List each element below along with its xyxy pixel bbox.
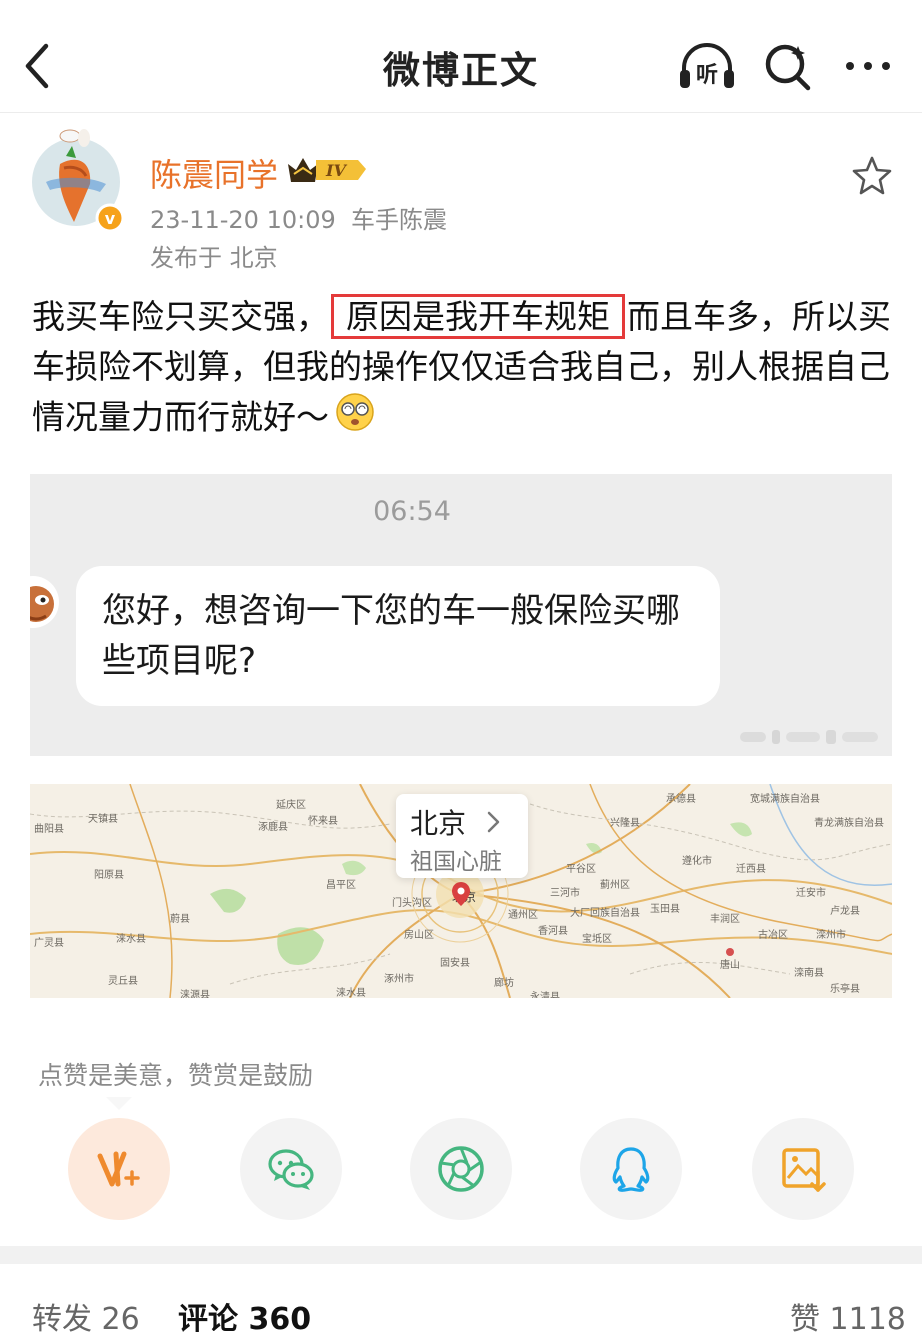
post-timestamp-source: 23-11-20 10:09 车手陈震	[150, 206, 447, 234]
map-label: 丰润区	[710, 914, 740, 925]
map-label: 青龙满族自治县	[814, 818, 884, 829]
map-label: 广灵县	[34, 938, 64, 949]
svg-text:v: v	[105, 209, 116, 228]
map-label: 唐山	[720, 960, 740, 971]
map-label: 房山区	[404, 930, 434, 941]
chat-message-bubble: 您好，想咨询一下您的车一般保险买哪些项目呢?	[76, 566, 720, 706]
chat-screenshot-image[interactable]: 06:54 您好，想咨询一下您的车一般保险买哪些项目呢?	[30, 474, 892, 756]
map-label: 怀来县	[308, 816, 338, 827]
map-label: 平谷区	[566, 864, 596, 875]
map-label: 涿州市	[384, 974, 414, 985]
search-icon[interactable]	[762, 40, 814, 92]
map-label: 兴隆县	[610, 818, 640, 829]
map-label: 遵化市	[682, 856, 712, 867]
wechat-icon	[268, 1149, 314, 1190]
chevron-right-icon	[482, 808, 504, 836]
map-label: 固安县	[440, 958, 470, 969]
post-body-text: 我买车险只买交强， 原因是我开车规矩 而且车多，所以买车损险不划算，但我的操作仅仅适…	[32, 292, 902, 446]
blurred-watermark	[740, 726, 880, 748]
listen-headphones-icon[interactable]: 听	[676, 38, 738, 94]
map-label: 迁西县	[736, 864, 766, 875]
map-label: 香河县	[538, 926, 568, 937]
map-label: 涿鹿县	[258, 822, 288, 833]
map-label: 廊坊	[494, 978, 514, 989]
map-label: 滦州市	[816, 930, 846, 941]
post-text-intro: 我买车险只买交强，	[32, 297, 329, 336]
map-label: 门头沟区	[392, 898, 432, 909]
map-label: 阳原县	[94, 870, 124, 881]
map-label: 天镇县	[88, 814, 118, 825]
qq-penguin-icon	[612, 1147, 650, 1192]
map-label: 迁安市	[796, 888, 826, 899]
share-wechat-button[interactable]	[240, 1118, 342, 1220]
map-label: 卢龙县	[830, 906, 860, 917]
chat-timestamp: 06:54	[373, 496, 451, 527]
vip-level: IV	[325, 161, 347, 180]
map-label: 延庆区	[276, 800, 306, 811]
tab-reposts[interactable]: 转发 26	[32, 1294, 140, 1338]
tab-likes[interactable]: 赞 1118	[790, 1294, 906, 1338]
share-qq-button[interactable]	[580, 1118, 682, 1220]
more-options-icon[interactable]	[842, 46, 894, 86]
tooltip-pointer	[106, 1096, 132, 1110]
map-label: 曲阳县	[34, 824, 64, 835]
post-location: 发布于 北京	[150, 244, 278, 272]
listen-label: 听	[696, 63, 718, 88]
highlighted-phrase: 原因是我开车规矩	[331, 294, 625, 339]
dizzy-face-emoji-icon	[335, 392, 375, 446]
map-label: 蓟州区	[600, 880, 630, 891]
map-label: 乐亭县	[830, 984, 860, 995]
author-name[interactable]: 陈震同学	[150, 150, 278, 196]
map-label: 通州区	[508, 910, 538, 921]
map-city-name: 北京	[410, 807, 467, 840]
map-label: 昌平区	[326, 880, 356, 891]
location-pin-icon	[450, 880, 472, 908]
tab-comments[interactable]: 评论 360	[178, 1294, 311, 1338]
map-label: 灵丘县	[108, 976, 138, 987]
map-label: 永清县	[530, 992, 560, 998]
moments-aperture-icon	[438, 1146, 484, 1192]
favorite-star-icon[interactable]	[850, 154, 894, 198]
map-label: 古冶区	[758, 930, 788, 941]
map-label: 涞源县	[180, 990, 210, 998]
save-image-button[interactable]	[752, 1118, 854, 1220]
map-label: 宝坻区	[582, 934, 612, 945]
section-divider	[0, 1246, 922, 1264]
map-label: 涞水县	[336, 988, 366, 998]
map-label: 滦南县	[794, 968, 824, 979]
map-city-subtitle: 祖国心脏	[410, 849, 502, 875]
map-label: 宽城满族自治县	[750, 794, 820, 805]
map-label: 承德县	[666, 794, 696, 805]
reward-v-plus-icon	[97, 1151, 140, 1187]
location-map-card[interactable]: 曲阳县 天镇县 涿鹿县 怀来县 延庆区 承德县 兴隆县 宽城满族自治县 青龙满族…	[30, 784, 892, 998]
map-label: 涞水县	[116, 934, 146, 945]
chat-sender-avatar	[30, 570, 60, 634]
vip-crown-badge: IV	[286, 152, 370, 186]
reward-hint: 点赞是美意，赞赏是鼓励	[38, 1061, 314, 1090]
save-image-icon	[782, 1148, 826, 1192]
chat-message-text: 您好，想咨询一下您的车一般保险买哪些项目呢?	[102, 591, 680, 681]
map-label: 玉田县	[650, 904, 680, 915]
map-label: 蔚县	[170, 914, 190, 925]
map-label: 大厂回族自治县	[570, 908, 640, 919]
reward-button[interactable]	[68, 1118, 170, 1220]
map-location-popup[interactable]: 北京 祖国心脏	[396, 794, 528, 878]
author-avatar[interactable]: v	[30, 126, 126, 233]
share-moments-button[interactable]	[410, 1118, 512, 1220]
map-label: 三河市	[550, 888, 580, 899]
